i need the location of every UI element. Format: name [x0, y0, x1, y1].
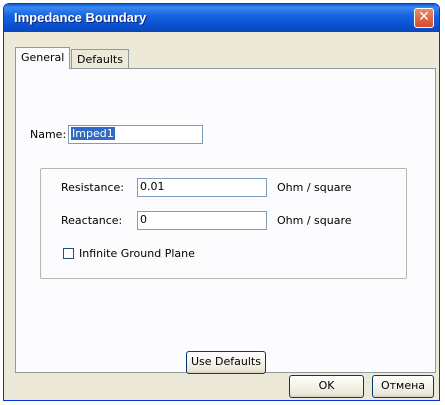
resistance-field[interactable]: 0.01	[137, 178, 267, 197]
impedance-boundary-dialog: Impedance Boundary ✕ General Defaults Na…	[3, 3, 440, 401]
general-tab-panel: Name: Imped1 Resistance: 0.01 Ohm / squa…	[15, 68, 436, 374]
impedance-group: Resistance: 0.01 Ohm / square Reactance:…	[40, 168, 407, 279]
use-defaults-button[interactable]: Use Defaults	[186, 351, 266, 374]
name-field[interactable]: Imped1	[68, 125, 203, 144]
title-bar[interactable]: Impedance Boundary ✕	[4, 4, 439, 32]
infinite-ground-plane-checkbox[interactable]	[63, 248, 74, 259]
resistance-field-value: 0.01	[140, 180, 165, 193]
infinite-ground-plane-label[interactable]: Infinite Ground Plane	[79, 247, 195, 260]
tab-defaults[interactable]: Defaults	[71, 49, 129, 69]
resistance-unit: Ohm / square	[277, 181, 352, 194]
tab-general-label: General	[21, 51, 65, 64]
cancel-button[interactable]: Отмена	[372, 375, 434, 398]
resistance-label: Resistance:	[61, 181, 124, 194]
name-label: Name:	[30, 128, 67, 141]
tab-defaults-label: Defaults	[77, 53, 123, 66]
tab-general[interactable]: General	[15, 47, 71, 69]
ok-label: OK	[318, 379, 335, 392]
dialog-content: General Defaults Name: Imped1 Resistance…	[8, 35, 436, 398]
reactance-field[interactable]: 0	[137, 211, 267, 230]
use-defaults-label: Use Defaults	[191, 355, 261, 368]
cancel-label: Отмена	[380, 379, 426, 392]
close-icon: ✕	[418, 9, 430, 25]
reactance-field-value: 0	[140, 213, 147, 226]
ok-button[interactable]: OK	[289, 375, 364, 398]
reactance-unit: Ohm / square	[277, 214, 352, 227]
name-field-value: Imped1	[71, 127, 115, 140]
reactance-label: Reactance:	[61, 214, 123, 227]
close-button[interactable]: ✕	[414, 8, 434, 28]
window-title: Impedance Boundary	[14, 10, 147, 25]
